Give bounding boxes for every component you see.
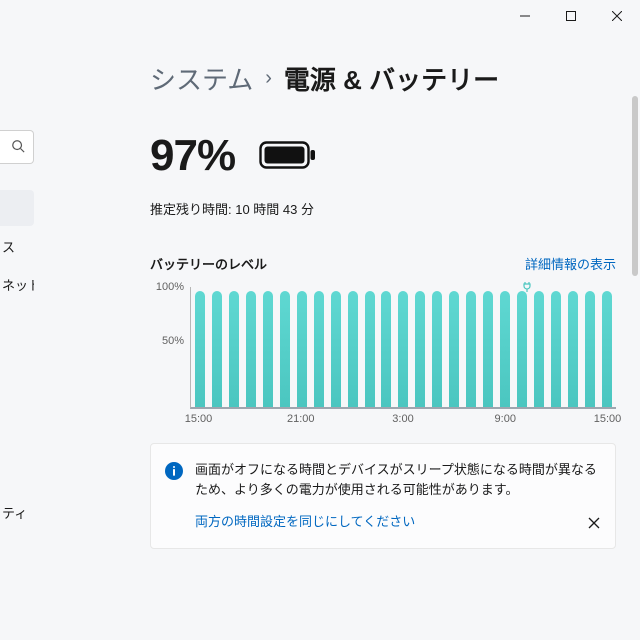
chart-bar xyxy=(398,291,408,407)
chart-bar xyxy=(432,291,442,407)
battery-icon xyxy=(259,140,317,173)
x-label: 15:00 xyxy=(185,413,213,425)
sidebar-item[interactable] xyxy=(0,190,34,226)
info-card: 画面がオフになる時間とデバイスがスリープ状態になる時間が異なるため、より多くの電… xyxy=(150,443,616,549)
chart-bar xyxy=(263,291,273,407)
search-icon xyxy=(11,139,25,156)
chart-bar xyxy=(449,291,459,407)
estimated-time-label: 推定残り時間: xyxy=(150,202,235,217)
chart-bar xyxy=(500,291,510,407)
chart-bar xyxy=(365,291,375,407)
chart-bar xyxy=(381,291,391,407)
chart-bar xyxy=(229,291,239,407)
chart-title: バッテリーのレベル xyxy=(150,254,267,273)
chart-bar xyxy=(195,291,205,407)
sidebar-item-label: ティ xyxy=(2,503,27,522)
close-button[interactable] xyxy=(594,0,640,32)
battery-chart: 100% 50% 15:00 21:00 3:00 9:00 15:00 xyxy=(150,279,616,429)
estimated-time: 推定残り時間: 10 時間 43 分 xyxy=(150,199,616,218)
sidebar-item-label: ス xyxy=(2,237,15,256)
window-controls xyxy=(502,0,640,32)
minimize-button[interactable] xyxy=(502,0,548,32)
y-label-50: 50% xyxy=(162,335,184,347)
info-message: 画面がオフになる時間とデバイスがスリープ状態になる時間が異なるため、より多くの電… xyxy=(195,462,597,497)
chart-bar xyxy=(280,291,290,407)
breadcrumb-parent[interactable]: システム xyxy=(150,60,253,97)
x-label: 9:00 xyxy=(495,413,516,425)
sidebar-item[interactable] xyxy=(0,342,34,378)
chart-bar xyxy=(483,291,493,407)
maximize-button[interactable] xyxy=(548,0,594,32)
y-label-100: 100% xyxy=(156,281,184,293)
x-label: 15:00 xyxy=(594,413,622,425)
main-content: システム › 電源 & バッテリー 97% 推定残り時間: 10 時間 43 分… xyxy=(150,60,616,640)
chart-bars xyxy=(195,287,612,407)
breadcrumb: システム › 電源 & バッテリー xyxy=(150,60,616,97)
battery-status: 97% xyxy=(150,131,616,181)
chart-bar xyxy=(348,291,358,407)
info-action-link[interactable]: 両方の時間設定を同じにしてください xyxy=(195,512,601,532)
sidebar-item[interactable]: ス xyxy=(0,228,34,264)
scrollbar[interactable] xyxy=(632,96,638,276)
chart-bar xyxy=(331,291,341,407)
chart-plot-area xyxy=(190,287,616,409)
charging-icon xyxy=(521,281,533,293)
sidebar-item[interactable] xyxy=(0,418,34,454)
search-input[interactable] xyxy=(0,130,34,164)
x-label: 3:00 xyxy=(392,413,413,425)
sidebar-item[interactable] xyxy=(0,532,34,568)
chart-bar xyxy=(466,291,476,407)
sidebar-item-label: ネット xyxy=(2,275,34,294)
chart-bar xyxy=(585,291,595,407)
sidebar-item[interactable] xyxy=(0,456,34,492)
chart-bar xyxy=(212,291,222,407)
chart-bar xyxy=(415,291,425,407)
info-icon xyxy=(165,462,183,480)
sidebar-item[interactable] xyxy=(0,380,34,416)
dismiss-button[interactable] xyxy=(583,512,605,534)
sidebar-item[interactable]: ネット xyxy=(0,266,34,302)
sidebar: ス ネット ティ xyxy=(0,130,34,630)
battery-percent: 97% xyxy=(150,131,235,181)
chart-bar xyxy=(314,291,324,407)
sidebar-item[interactable] xyxy=(0,304,34,340)
chart-bar xyxy=(246,291,256,407)
chart-bar xyxy=(568,291,578,407)
estimated-time-value: 10 時間 43 分 xyxy=(235,202,314,217)
chart-bar xyxy=(602,291,612,407)
sidebar-item[interactable]: ティ xyxy=(0,494,34,530)
chart-bar xyxy=(297,291,307,407)
chart-bar xyxy=(551,291,561,407)
chart-bar xyxy=(517,291,527,407)
chevron-right-icon: › xyxy=(265,67,272,90)
chart-detail-link[interactable]: 詳細情報の表示 xyxy=(525,254,616,273)
x-label: 21:00 xyxy=(287,413,315,425)
x-axis-labels: 15:00 21:00 3:00 9:00 15:00 xyxy=(190,413,616,429)
chart-bar xyxy=(534,291,544,407)
page-title: 電源 & バッテリー xyxy=(284,60,499,97)
